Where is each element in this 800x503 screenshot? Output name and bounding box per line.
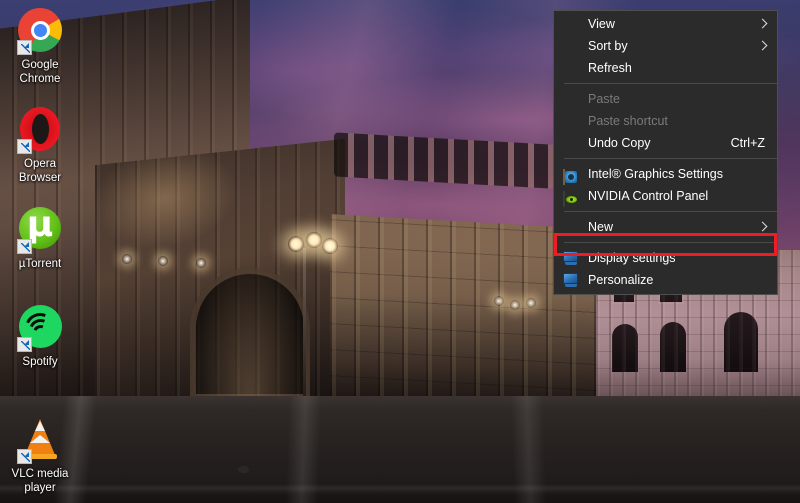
desktop-icon-utorrent[interactable]: µTorrent [0,202,80,272]
shortcut-overlay-icon [17,139,32,154]
context-menu-item-label: Undo Copy [588,136,651,150]
context-menu-item-label: Paste shortcut [588,114,668,128]
nvidia-icon [563,188,579,207]
chevron-right-icon [758,35,768,57]
desktop-icon-label: Spotify [22,356,58,368]
monitor-icon [563,250,579,266]
opera-icon [16,107,64,155]
desktop-icon-grid: Google Chrome Opera Browser µTorrent Spo… [0,0,92,503]
wallpaper-glow-5 [158,256,168,266]
wallpaper-glow-4 [122,254,132,264]
context-menu-separator [564,83,777,84]
shortcut-overlay-icon [17,449,32,464]
wallpaper-lamp-pole [303,248,306,398]
wallpaper-glow-3 [526,298,536,308]
context-menu-separator [564,211,777,212]
context-menu-item-label: Personalize [588,273,654,287]
utorrent-icon [16,202,64,255]
vlc-cone-icon [16,417,64,465]
context-menu-separator [564,242,777,243]
context-menu-item-accelerator: Ctrl+Z [730,136,765,150]
wallpaper-galleria-main-arch [190,268,310,400]
context-menu-item-label: NVIDIA Control Panel [588,189,709,203]
context-menu-item-display-settings[interactable]: Display settings [554,247,777,269]
wallpaper-pigeon [238,466,249,473]
context-menu-item-label: View [588,17,615,31]
wallpaper-piazza-ground [0,396,800,503]
desktop-icon-opera-browser[interactable]: Opera Browser [0,105,80,185]
context-menu-item-new[interactable]: New [554,216,777,238]
context-menu-item-label: Display settings [588,251,676,265]
context-menu-item-sort-by[interactable]: Sort by [554,35,777,57]
desktop-icon-google-chrome[interactable]: Google Chrome [0,6,80,86]
desktop-icon-label: Google Chrome [19,59,61,85]
intel-icon [563,166,579,185]
desktop-context-menu[interactable]: View Sort by Refresh Paste Paste shortcu… [553,10,778,295]
context-menu-item-label: Paste [588,92,620,106]
wallpaper-duomo-portal-2 [660,322,686,372]
context-menu-item-paste-shortcut: Paste shortcut [554,110,777,132]
desktop-icon-label: Opera Browser [18,158,62,184]
wallpaper-lamp-1 [288,236,304,252]
spotify-icon [16,305,64,353]
context-menu-item-nvidia-control-panel[interactable]: NVIDIA Control Panel [554,185,777,207]
wallpaper-duomo-portal-3 [724,312,758,372]
desktop[interactable]: Google Chrome Opera Browser µTorrent Spo… [0,0,800,503]
shortcut-overlay-icon [17,337,32,352]
wallpaper-glow-1 [494,296,504,306]
context-menu-item-paste: Paste [554,88,777,110]
context-menu-item-label: Sort by [588,39,628,53]
monitor-icon [563,272,579,288]
context-menu-item-label: Intel® Graphics Settings [588,167,723,181]
chevron-right-icon [758,13,768,35]
context-menu-item-refresh[interactable]: Refresh [554,57,777,79]
desktop-icon-spotify[interactable]: Spotify [0,303,80,370]
wallpaper-duomo-portal-1 [612,324,638,372]
shortcut-overlay-icon [17,239,32,254]
context-menu-separator [564,158,777,159]
context-menu-item-intel-graphics-settings[interactable]: Intel® Graphics Settings [554,163,777,185]
context-menu-item-label: New [588,220,614,234]
context-menu-item-undo-copy[interactable]: Undo Copy Ctrl+Z [554,132,777,154]
wallpaper-lamp-3 [322,238,338,254]
context-menu-item-personalize[interactable]: Personalize [554,269,777,291]
chevron-right-icon [758,216,768,238]
wallpaper-glow-6 [196,258,206,268]
desktop-icon-label: VLC media player [11,468,69,494]
context-menu-item-view[interactable]: View [554,13,777,35]
shortcut-overlay-icon [17,40,32,55]
wallpaper-lamp-2 [306,232,322,248]
context-menu-item-label: Refresh [588,61,632,75]
desktop-icon-label: µTorrent [18,258,62,270]
desktop-icon-vlc-media-player[interactable]: VLC media player [0,417,80,495]
wallpaper-glow-2 [510,300,520,310]
chrome-icon [16,8,64,56]
